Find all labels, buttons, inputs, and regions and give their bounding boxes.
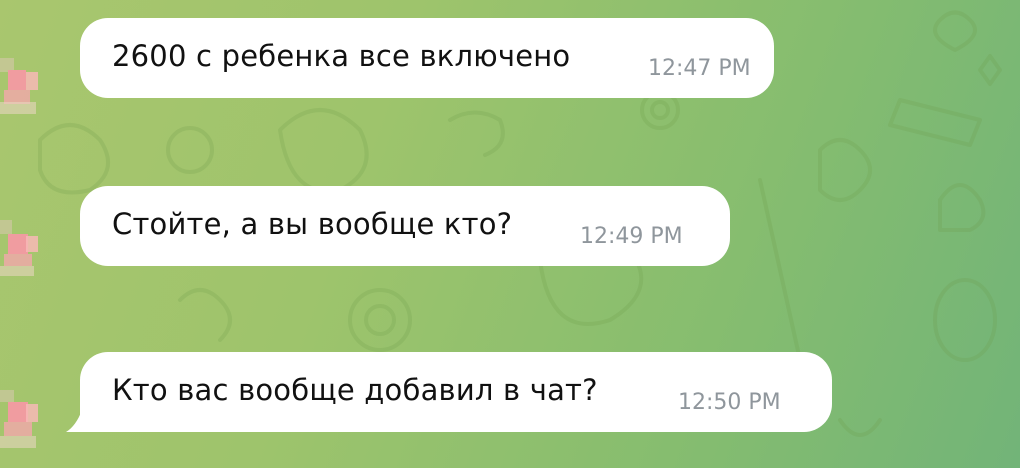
sender-avatar[interactable] [0,58,40,116]
avatar-blur-pixel [0,436,36,448]
message-bubble[interactable]: Кто вас вообще добавил в чат? 12:50 PM [66,352,832,432]
sender-avatar[interactable] [0,390,40,448]
avatar-blur-pixel [0,220,12,234]
message-bubble[interactable]: Стойте, а вы вообще кто? 12:49 PM [80,186,730,266]
avatar-blur-pixel [26,236,38,252]
avatar-blur-pixel [0,102,36,114]
message-bubble[interactable]: 2600 с ребенка все включено 12:47 PM [80,18,774,98]
avatar-blur-pixel [4,422,32,436]
bubble-tail [66,410,82,432]
message-text: 2600 с ребенка все включено [112,39,571,73]
avatar-blur-pixel [0,390,14,402]
message-timestamp: 12:50 PM [678,390,781,415]
avatar-blur-pixel [26,404,38,422]
message-text: Кто вас вообще добавил в чат? [112,373,598,407]
avatar-blur-pixel [8,70,26,90]
message-timestamp: 12:47 PM [648,56,751,81]
avatar-blur-pixel [4,254,32,266]
message-text: Стойте, а вы вообще кто? [112,207,513,241]
avatar-blur-pixel [0,266,34,276]
avatar-blur-pixel [8,234,28,254]
avatar-blur-pixel [26,72,38,90]
message-timestamp: 12:49 PM [580,224,683,249]
avatar-blur-pixel [8,402,28,422]
sender-avatar[interactable] [0,220,40,278]
